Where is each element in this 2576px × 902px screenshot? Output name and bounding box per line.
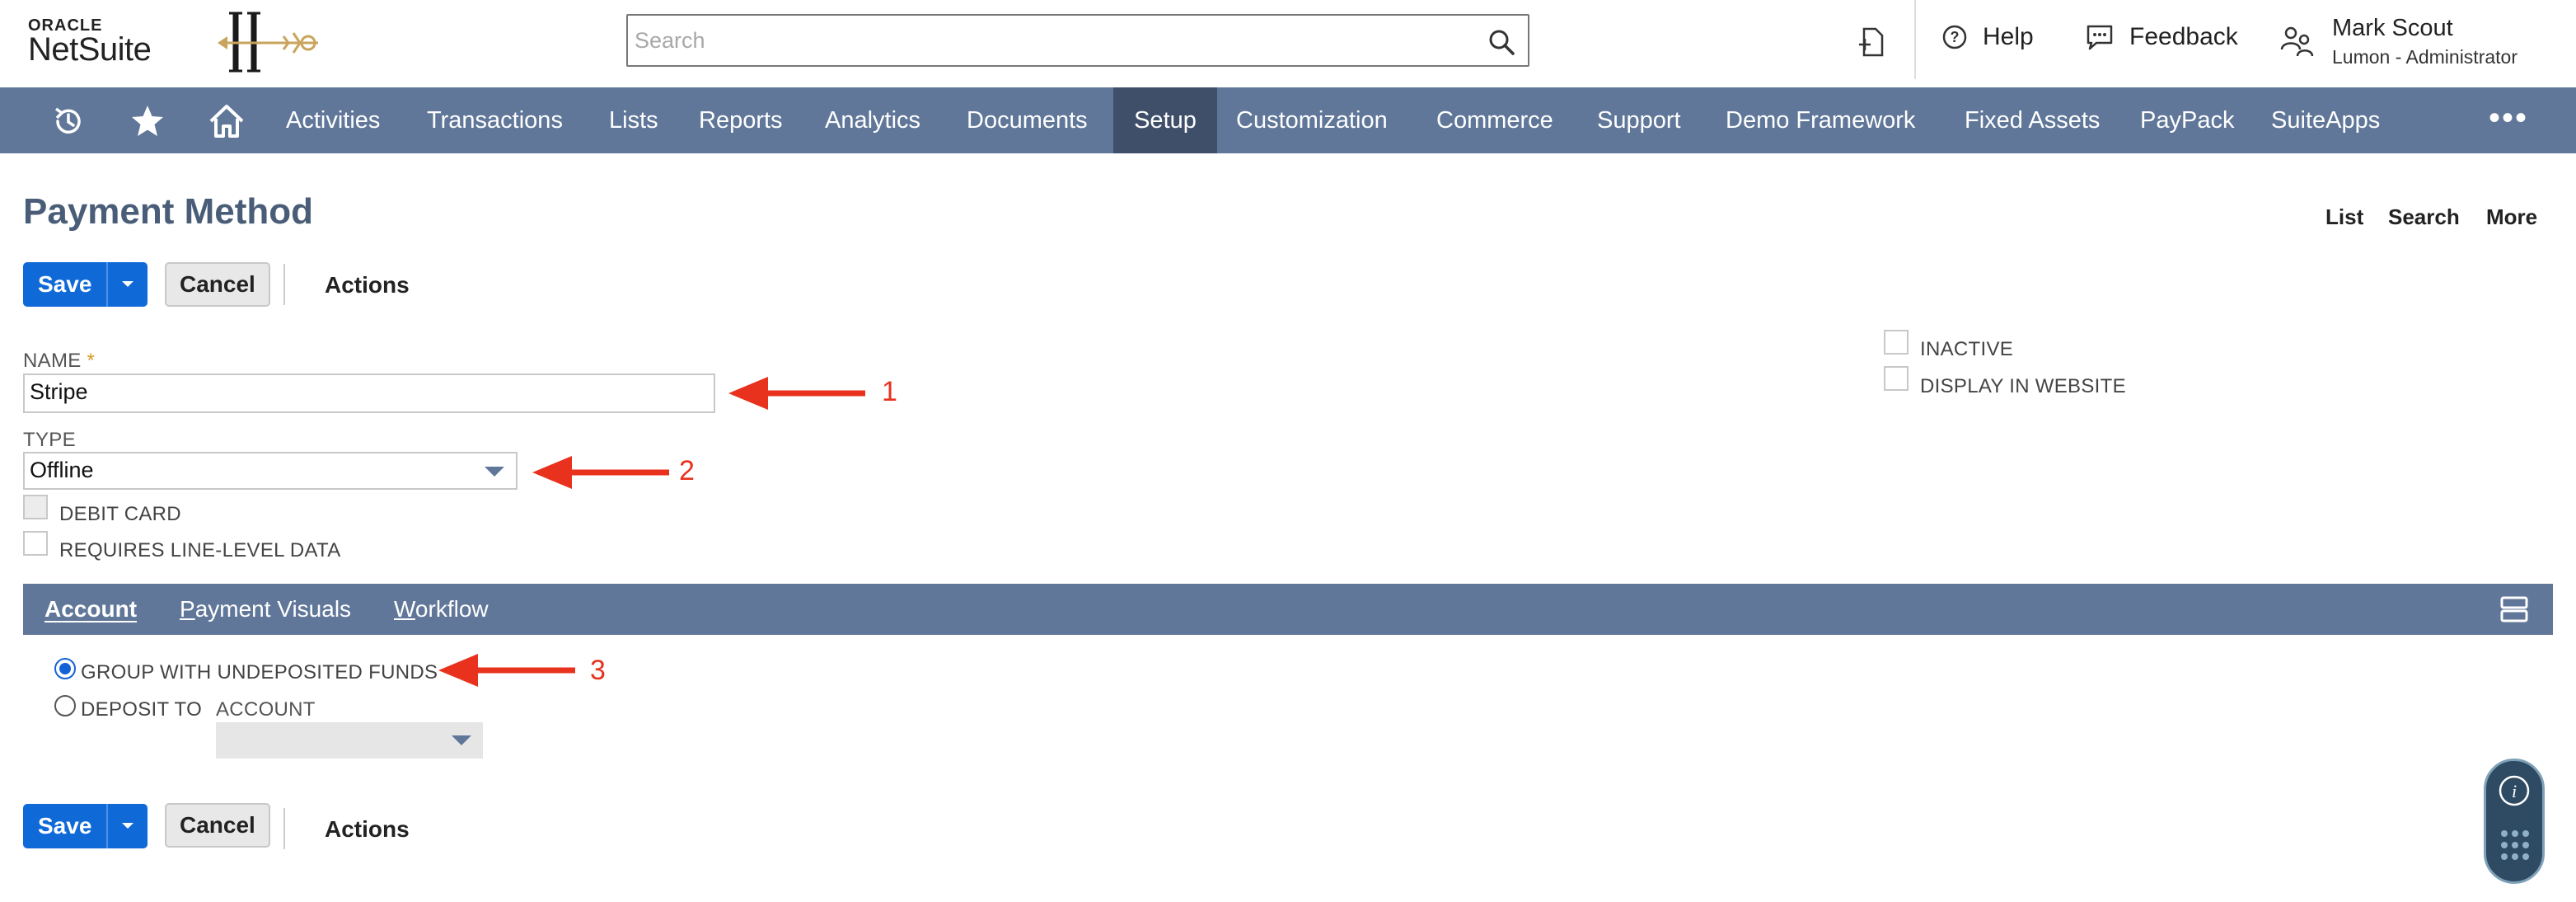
caret-down-icon [122,281,134,287]
company-logo-icon[interactable] [211,7,326,76]
name-label: NAME * [23,350,96,372]
actions-menu[interactable]: Actions [325,272,410,298]
svg-text:?: ? [1951,29,1960,45]
svg-text:i: i [2512,781,2517,801]
more-link[interactable]: More [2486,204,2537,230]
dialpad-icon[interactable] [2499,829,2531,862]
nav-more-menu[interactable]: ••• [2489,101,2528,134]
display-website-label: DISPLAY IN WEBSITE [1920,375,2126,397]
nav-paypack[interactable]: PayPack [2140,87,2234,153]
group-undeposited-label: GROUP WITH UNDEPOSITED FUNDS [81,661,438,684]
annotation-arrow-3 [438,654,575,687]
cancel-button[interactable]: Cancel [165,262,270,307]
requires-line-level-label: REQUIRES LINE-LEVEL DATA [59,539,341,561]
cancel-button-bottom[interactable]: Cancel [165,803,270,848]
nav-transactions[interactable]: Transactions [427,87,563,153]
nav-demo-framework[interactable]: Demo Framework [1726,87,1915,153]
debit-card-label: DEBIT CARD [59,503,181,525]
tab-payment-visuals[interactable]: Payment Visuals [180,584,351,635]
display-website-checkbox[interactable] [1884,366,1909,391]
tab-workflow[interactable]: Workflow [394,584,489,635]
recent-records-icon[interactable] [1857,26,1887,58]
name-field[interactable]: Stripe [23,373,715,413]
save-button-group-bottom: Save [23,804,148,848]
save-button[interactable]: Save [23,262,106,307]
question-circle-icon: ? [1942,25,1967,49]
home-icon[interactable] [208,102,246,140]
deposit-to-radio[interactable] [54,695,76,716]
nav-activities[interactable]: Activities [286,87,380,153]
nav-setup[interactable]: Setup [1113,87,1217,153]
role-switch-icon[interactable] [2279,25,2314,58]
nav-analytics[interactable]: Analytics [825,87,920,153]
nav-support[interactable]: Support [1597,87,1681,153]
type-label: TYPE [23,429,76,451]
help-label: Help [1983,23,2034,50]
help-link[interactable]: ? Help [1941,23,2034,51]
nav-fixed-assets[interactable]: Fixed Assets [1965,87,2100,153]
inactive-checkbox[interactable] [1884,330,1909,355]
nav-documents[interactable]: Documents [967,87,1088,153]
nav-suiteapps[interactable]: SuiteApps [2271,87,2380,153]
subtab-view-toggle-icon[interactable] [2500,595,2528,623]
search-input[interactable] [633,27,1460,54]
favorites-star-icon[interactable] [129,102,166,140]
annotation-arrow-1 [728,377,865,410]
search-link[interactable]: Search [2388,204,2460,230]
save-dropdown-button-bottom[interactable] [108,804,148,848]
nav-customization[interactable]: Customization [1236,87,1388,153]
dropdown-caret-icon [485,467,504,477]
account-select[interactable] [216,722,483,759]
global-search[interactable] [626,14,1529,67]
feedback-link[interactable]: Feedback [2085,23,2238,51]
user-role[interactable]: Lumon - Administrator [2332,46,2517,68]
type-select-value: Offline [30,458,94,482]
save-dropdown-button[interactable] [108,262,148,307]
annotation-label-2: 2 [679,455,695,486]
required-marker: * [87,350,96,372]
annotation-label-3: 3 [590,655,606,686]
user-name[interactable]: Mark Scout [2332,15,2453,42]
group-undeposited-radio[interactable] [54,658,76,679]
toolbar-divider [283,808,285,849]
nav-lists[interactable]: Lists [609,87,658,153]
account-label: ACCOUNT [216,698,316,721]
page-title: Payment Method [23,191,314,232]
inactive-label: INACTIVE [1920,338,2014,360]
deposit-to-label: DEPOSIT TO [81,698,203,721]
annotation-label-1: 1 [882,376,897,407]
annotation-arrow-2 [532,456,669,489]
actions-menu-bottom[interactable]: Actions [325,816,410,843]
caret-down-icon [122,823,134,829]
main-navigation: Activities Transactions Lists Reports An… [0,87,2576,153]
info-icon[interactable]: i [2498,774,2531,807]
tab-account[interactable]: Account [44,584,137,635]
top-header: ORACLE NetSuite ? Help Feedback [0,0,2576,87]
toolbar-divider [283,264,285,305]
feedback-label: Feedback [2129,23,2238,50]
netsuite-logo-text[interactable]: NetSuite [28,31,152,68]
type-select[interactable]: Offline [23,452,518,490]
chat-bubble-icon [2087,25,2113,50]
search-icon[interactable] [1487,27,1516,57]
dropdown-caret-icon [452,735,471,745]
save-button-bottom[interactable]: Save [23,804,106,848]
nav-reports[interactable]: Reports [699,87,783,153]
header-divider [1914,0,1916,79]
save-button-group: Save [23,262,148,307]
help-widget[interactable]: i [2484,759,2545,884]
nav-commerce[interactable]: Commerce [1436,87,1553,153]
subtab-bar: Account Payment Visuals Workflow [23,584,2553,635]
recent-history-icon[interactable] [49,102,87,140]
list-link[interactable]: List [2325,204,2363,230]
debit-card-checkbox[interactable] [23,495,48,519]
requires-line-level-checkbox[interactable] [23,531,48,556]
